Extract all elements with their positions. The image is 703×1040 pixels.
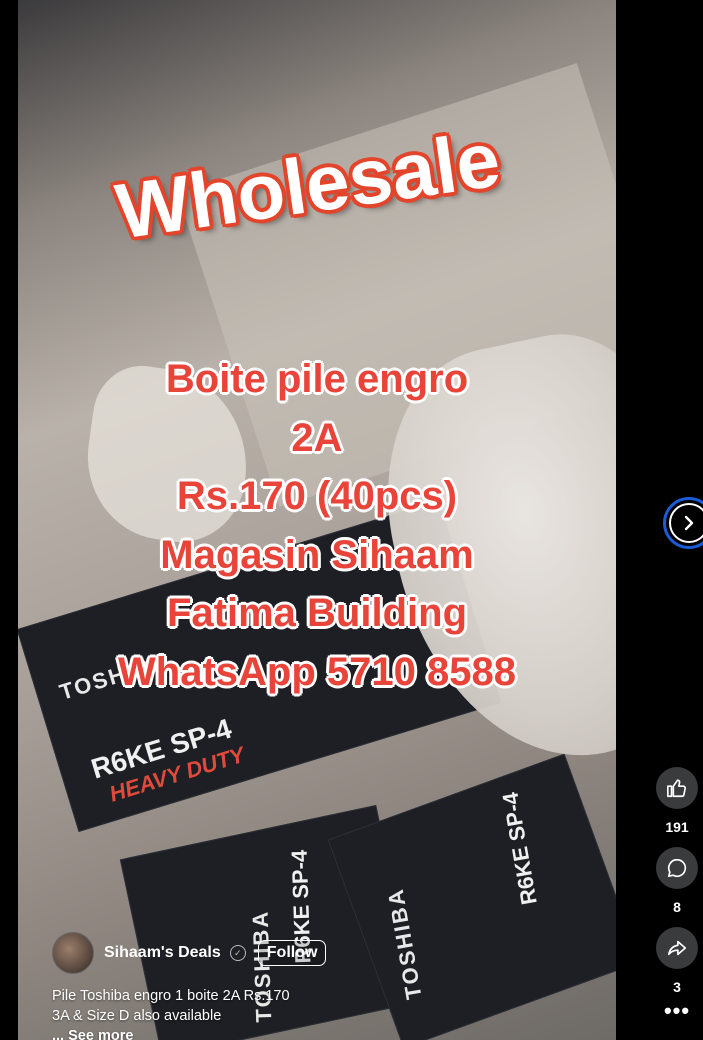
comment-icon [667, 858, 687, 878]
share-icon [667, 940, 687, 956]
reel-video[interactable]: TOSHIBA R6KE SP-4 HEAVY DUTY TOSHIBA R6K… [18, 0, 616, 1040]
action-rail: 191 8 3 ••• [656, 767, 698, 1022]
thumbs-up-icon [667, 779, 687, 798]
comment-action[interactable]: 8 [656, 847, 698, 915]
next-reel-button[interactable] [663, 497, 703, 549]
share-count: 3 [673, 979, 681, 995]
overlay-line: Rs.170 (40pcs) [176, 474, 458, 518]
box-model-label: R6KE SP-4 [497, 790, 542, 907]
see-more-link[interactable]: ... See more [52, 1026, 322, 1040]
overlay-line: Boite pile engro [165, 357, 469, 401]
verified-icon: ✓ [229, 945, 246, 961]
overlay-line: Magasin Sihaam [160, 532, 474, 577]
share-button[interactable] [656, 927, 698, 969]
like-action[interactable]: 191 [656, 767, 698, 835]
follow-button[interactable]: Follow [257, 940, 327, 966]
comment-count: 8 [673, 899, 681, 915]
like-count: 191 [665, 819, 689, 835]
caption: Pile Toshiba engro 1 boite 2A Rs.170 3A … [52, 986, 322, 1040]
caption-line: 3A & Size D also available [52, 1008, 222, 1024]
share-action[interactable]: 3 [656, 927, 698, 995]
more-dots-icon[interactable]: ••• [656, 1000, 698, 1022]
overlay-line: WhatsApp 5710 8588 [118, 649, 516, 694]
comment-button[interactable] [656, 847, 698, 889]
like-button[interactable] [656, 767, 698, 809]
author-row: Sihaam's Deals ✓ Follow [52, 932, 327, 974]
chevron-right-icon [684, 515, 694, 531]
video-overlay-text: Boite pile engro 2A Rs.170 (40pcs) Magas… [18, 350, 616, 701]
caption-line: Pile Toshiba engro 1 boite 2A Rs.170 [52, 988, 290, 1004]
box-brand-label: TOSHIBA [382, 886, 427, 1002]
author-name[interactable]: Sihaam's Deals [104, 944, 221, 962]
avatar[interactable] [52, 932, 94, 974]
overlay-line: Fatima Building [167, 591, 467, 635]
overlay-line: 2A [291, 415, 343, 460]
